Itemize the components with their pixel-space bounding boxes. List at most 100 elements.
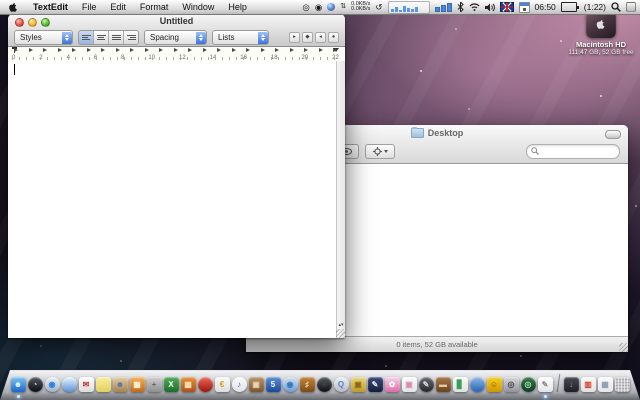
uk-flag-input-icon[interactable]	[499, 2, 514, 12]
tab-stop-marker[interactable]	[173, 48, 178, 52]
tab-stop-marker[interactable]	[217, 48, 221, 52]
spacing-popup[interactable]: Spacing	[144, 30, 207, 45]
textedit-titlebar[interactable]: Untitled Styles Spacing Lists ▸ ◆ ◂ ●	[8, 14, 345, 47]
sync-orb-icon[interactable]	[327, 3, 336, 11]
align-left-button[interactable]	[79, 31, 94, 44]
tab-stop-marker[interactable]	[260, 48, 265, 52]
calendar-icon[interactable]	[518, 1, 530, 13]
keychain-icon[interactable]: ◎	[302, 0, 309, 14]
dock-icon-dashboard[interactable]: ◔	[27, 377, 43, 392]
left-tab-stop-button[interactable]: ▸	[289, 32, 300, 43]
tab-stop-marker[interactable]	[188, 48, 192, 52]
universal-access-icon[interactable]: ◉	[315, 0, 322, 14]
dock-icon-blue-orb-app[interactable]	[61, 377, 77, 392]
tab-stop-marker[interactable]	[289, 48, 294, 52]
tab-stop-marker[interactable]	[333, 48, 337, 52]
tab-stop-marker[interactable]	[28, 48, 33, 52]
tab-stop-buttons[interactable]: ▸ ◆ ◂ ●	[289, 32, 339, 43]
center-tab-stop-button[interactable]: ◆	[302, 32, 313, 43]
battery-icon[interactable]	[560, 2, 579, 12]
dock-icon-address-book[interactable]: ☻	[112, 377, 128, 392]
align-center-button[interactable]	[94, 31, 109, 44]
dock-icon-grid-stack[interactable]: ▦	[597, 377, 613, 392]
updown-arrows-icon[interactable]: ⇅	[340, 0, 346, 14]
dock-icon-green-ring-app[interactable]: ◎	[520, 377, 536, 392]
bluetooth-icon[interactable]	[457, 2, 464, 12]
tab-stop-marker[interactable]	[14, 48, 18, 52]
dock-icon-trash[interactable]	[614, 377, 630, 392]
dock-icon-butterfly-app[interactable]: ✿	[384, 377, 400, 392]
menu-format[interactable]: Format	[133, 0, 176, 14]
tab-stop-marker[interactable]	[130, 48, 134, 52]
alignment-segmented-control[interactable]	[78, 30, 139, 45]
dock-icon-red-stripe-stack[interactable]: ▥	[580, 377, 596, 392]
styles-popup[interactable]: Styles	[14, 30, 73, 45]
dock-icon-itunes[interactable]: ♪	[231, 377, 247, 392]
tab-stop-marker[interactable]	[72, 48, 76, 52]
ruler-tab-markers[interactable]	[14, 48, 337, 52]
dock-icon-currency-app[interactable]: €	[214, 377, 230, 392]
dock-icon-finder[interactable]: ☻	[10, 377, 26, 398]
dock-icon-safari[interactable]: ◉	[44, 377, 60, 392]
dock-icon-downloads-stack[interactable]: ↓	[563, 377, 579, 392]
dock-icon-painting-app[interactable]: ▦	[129, 377, 145, 392]
dock-icon-google-earth[interactable]: ◗	[469, 377, 485, 392]
volume-icon[interactable]	[484, 3, 495, 12]
resize-grip[interactable]	[619, 343, 628, 352]
dock-icon-red-ball-game[interactable]	[197, 377, 213, 392]
minimize-button[interactable]	[28, 18, 37, 27]
tab-stop-marker[interactable]	[318, 48, 323, 52]
dock-icon-photo-album-app[interactable]: ▣	[248, 377, 264, 392]
action-menu-button[interactable]	[365, 143, 395, 159]
dock-icon-garageband[interactable]: ♯	[299, 377, 315, 392]
tab-stop-marker[interactable]	[86, 48, 91, 52]
menu-help[interactable]: Help	[221, 0, 254, 14]
spotlight-icon[interactable]	[611, 2, 621, 12]
dock-icon-stickies[interactable]	[95, 377, 111, 392]
dock-icon-ink-app[interactable]: ✎	[418, 377, 434, 392]
dock-icon-excel[interactable]: X	[163, 377, 179, 392]
toolbar-toggle-pill-button[interactable]	[605, 130, 621, 139]
tab-stop-marker[interactable]	[101, 48, 105, 52]
dock-icon-dvd-player[interactable]: ●	[316, 377, 332, 392]
user-switch-icon[interactable]	[626, 2, 636, 12]
dock-icon-draw-app[interactable]: ✎	[367, 377, 383, 392]
text-editing-area[interactable]	[8, 61, 337, 338]
network-graph-widget[interactable]	[387, 0, 430, 14]
tab-stop-marker[interactable]	[275, 48, 279, 52]
close-button[interactable]	[15, 18, 24, 27]
dock-icon-chart-app[interactable]: ▊	[452, 377, 468, 392]
signal-bars-icon[interactable]	[434, 2, 452, 12]
wifi-icon[interactable]	[469, 3, 480, 11]
tab-stop-marker[interactable]	[144, 48, 149, 52]
dock-icon-map-app[interactable]: ▣	[350, 377, 366, 392]
dock-icon-mail[interactable]: ✉	[78, 377, 94, 392]
search-field[interactable]	[526, 143, 620, 159]
textedit-window-controls[interactable]	[15, 18, 50, 27]
tab-stop-marker[interactable]	[43, 48, 47, 52]
tab-stop-marker[interactable]	[231, 48, 236, 52]
menu-window[interactable]: Window	[175, 0, 221, 14]
scrollbar-arrows-icon[interactable]: ▴▾	[337, 323, 345, 328]
desktop-icon-macintosh-hd[interactable]: Macintosh HD 111.47 GB, 52 GB free	[566, 10, 636, 56]
dock-icon-textedit[interactable]: ✎	[537, 377, 553, 398]
tab-stop-marker[interactable]	[159, 48, 163, 52]
clock-text[interactable]: 06:50	[535, 2, 556, 12]
vertical-scrollbar[interactable]: ▴▾	[336, 61, 345, 338]
tab-stop-marker[interactable]	[202, 48, 207, 52]
justify-button[interactable]	[109, 31, 124, 44]
tab-stop-marker[interactable]	[115, 48, 120, 52]
dock-icon-grid-game[interactable]: ▦	[180, 377, 196, 392]
tab-stop-marker[interactable]	[246, 48, 250, 52]
menu-edit[interactable]: Edit	[103, 0, 133, 14]
dock-icon-media-5-app[interactable]: 5	[265, 377, 281, 392]
lists-popup[interactable]: Lists	[212, 30, 269, 45]
dock-icon-toolbox-app[interactable]: +	[146, 377, 162, 392]
dock-icon-briefcase-app[interactable]: ▬	[435, 377, 451, 392]
tab-stop-marker[interactable]	[304, 48, 308, 52]
zoom-button[interactable]	[41, 18, 50, 27]
right-tab-stop-button[interactable]: ◂	[315, 32, 326, 43]
resize-grip[interactable]	[336, 329, 345, 338]
dock-icon-gauge-app[interactable]: ◎	[503, 377, 519, 392]
tab-stop-marker[interactable]	[57, 48, 62, 52]
